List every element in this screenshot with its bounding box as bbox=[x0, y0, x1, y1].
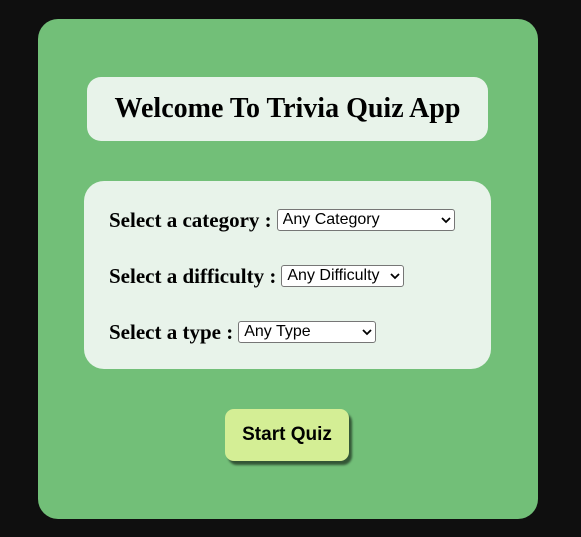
category-select[interactable]: Any Category bbox=[276, 209, 455, 231]
category-row: Select a category : Any Category bbox=[109, 207, 455, 233]
chevron-down-icon bbox=[362, 329, 372, 336]
difficulty-selected-value: Any Difficulty bbox=[287, 267, 380, 284]
difficulty-select[interactable]: Any Difficulty bbox=[281, 265, 405, 287]
type-select[interactable]: Any Type bbox=[238, 321, 377, 343]
type-selected-value: Any Type bbox=[244, 323, 311, 340]
options-form: Select a category : Any Category Select … bbox=[84, 181, 491, 369]
page-title: Welcome To Trivia Quiz App bbox=[114, 93, 461, 124]
chevron-down-icon bbox=[441, 217, 451, 224]
difficulty-row: Select a difficulty : Any Difficulty bbox=[109, 263, 405, 289]
category-selected-value: Any Category bbox=[282, 211, 380, 228]
quiz-card: Welcome To Trivia Quiz App Select a cate… bbox=[38, 19, 538, 519]
category-label: Select a category : bbox=[109, 207, 272, 232]
title-panel: Welcome To Trivia Quiz App bbox=[87, 77, 488, 141]
type-label: Select a type : bbox=[109, 319, 234, 344]
difficulty-label: Select a difficulty : bbox=[109, 263, 277, 288]
chevron-down-icon bbox=[390, 273, 401, 280]
type-row: Select a type : Any Type bbox=[109, 319, 377, 345]
start-quiz-button[interactable]: Start Quiz bbox=[225, 409, 349, 461]
